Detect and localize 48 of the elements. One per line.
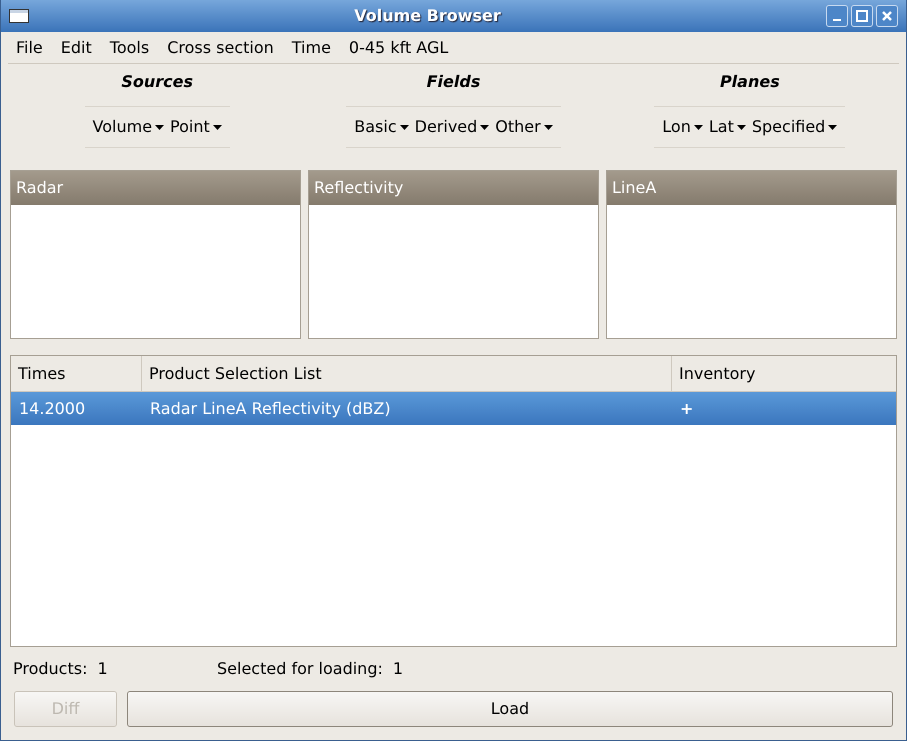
caret-icon xyxy=(736,124,746,130)
menu-item[interactable]: Tools xyxy=(102,34,158,62)
maximize-icon xyxy=(856,10,868,22)
dropdown-menu[interactable]: Specified xyxy=(750,115,840,139)
menu-item[interactable]: 0-45 kft AGL xyxy=(340,34,456,62)
maximize-button[interactable] xyxy=(851,5,873,27)
minimize-button[interactable] xyxy=(826,5,848,27)
caret-icon xyxy=(155,124,164,130)
caret-icon xyxy=(212,124,222,130)
menu-item[interactable]: Cross section xyxy=(159,34,282,62)
column-header[interactable]: Product Selection List xyxy=(142,356,672,391)
table-row[interactable]: 14.2000 Radar LineA Reflectivity (dBZ) + xyxy=(11,392,896,425)
dropdown-menu[interactable]: Lat xyxy=(706,115,748,139)
column-header[interactable]: Inventory xyxy=(672,356,896,391)
status-value: 1 xyxy=(97,658,108,680)
dropdown-menu[interactable]: Lon xyxy=(660,115,705,139)
status-label: Selected for loading: xyxy=(217,658,383,680)
dropdown-menu[interactable]: Basic xyxy=(352,115,411,139)
dropdown-menu[interactable]: Derived xyxy=(412,115,492,139)
menu-item[interactable]: File xyxy=(8,34,51,62)
dropdown-menu[interactable]: Other xyxy=(493,115,555,139)
menu-item[interactable]: Time xyxy=(284,34,339,62)
caret-icon xyxy=(400,124,409,130)
list-header: Reflectivity xyxy=(309,171,598,205)
minimize-icon xyxy=(833,19,841,21)
section-title: Planes xyxy=(720,71,780,93)
caret-icon xyxy=(480,124,490,130)
table-cell-text: 14.2000 xyxy=(18,398,86,420)
window-icon xyxy=(9,9,29,23)
caret-icon xyxy=(544,124,553,130)
caret-icon xyxy=(828,124,838,130)
menu-item[interactable]: Edit xyxy=(52,34,100,62)
dropdown-menu[interactable]: Point xyxy=(168,115,224,139)
window-title: Volume Browser xyxy=(353,5,502,27)
list-header: Radar xyxy=(11,171,300,205)
column-header[interactable]: Times xyxy=(11,356,142,391)
close-button[interactable] xyxy=(876,5,898,27)
section-title: Fields xyxy=(426,71,480,93)
table-cell-text: Radar LineA Reflectivity (dBZ) xyxy=(149,398,392,420)
caret-icon xyxy=(694,124,703,130)
status-label: Products: xyxy=(13,658,88,680)
table-cell-text: + xyxy=(679,398,694,420)
section-title: Sources xyxy=(121,71,193,93)
list-header: LineA xyxy=(607,171,896,205)
dropdown-menu[interactable]: Volume xyxy=(90,115,166,139)
close-icon xyxy=(881,10,893,22)
push-button[interactable]: Load xyxy=(127,691,893,727)
status-value: 1 xyxy=(392,658,404,680)
